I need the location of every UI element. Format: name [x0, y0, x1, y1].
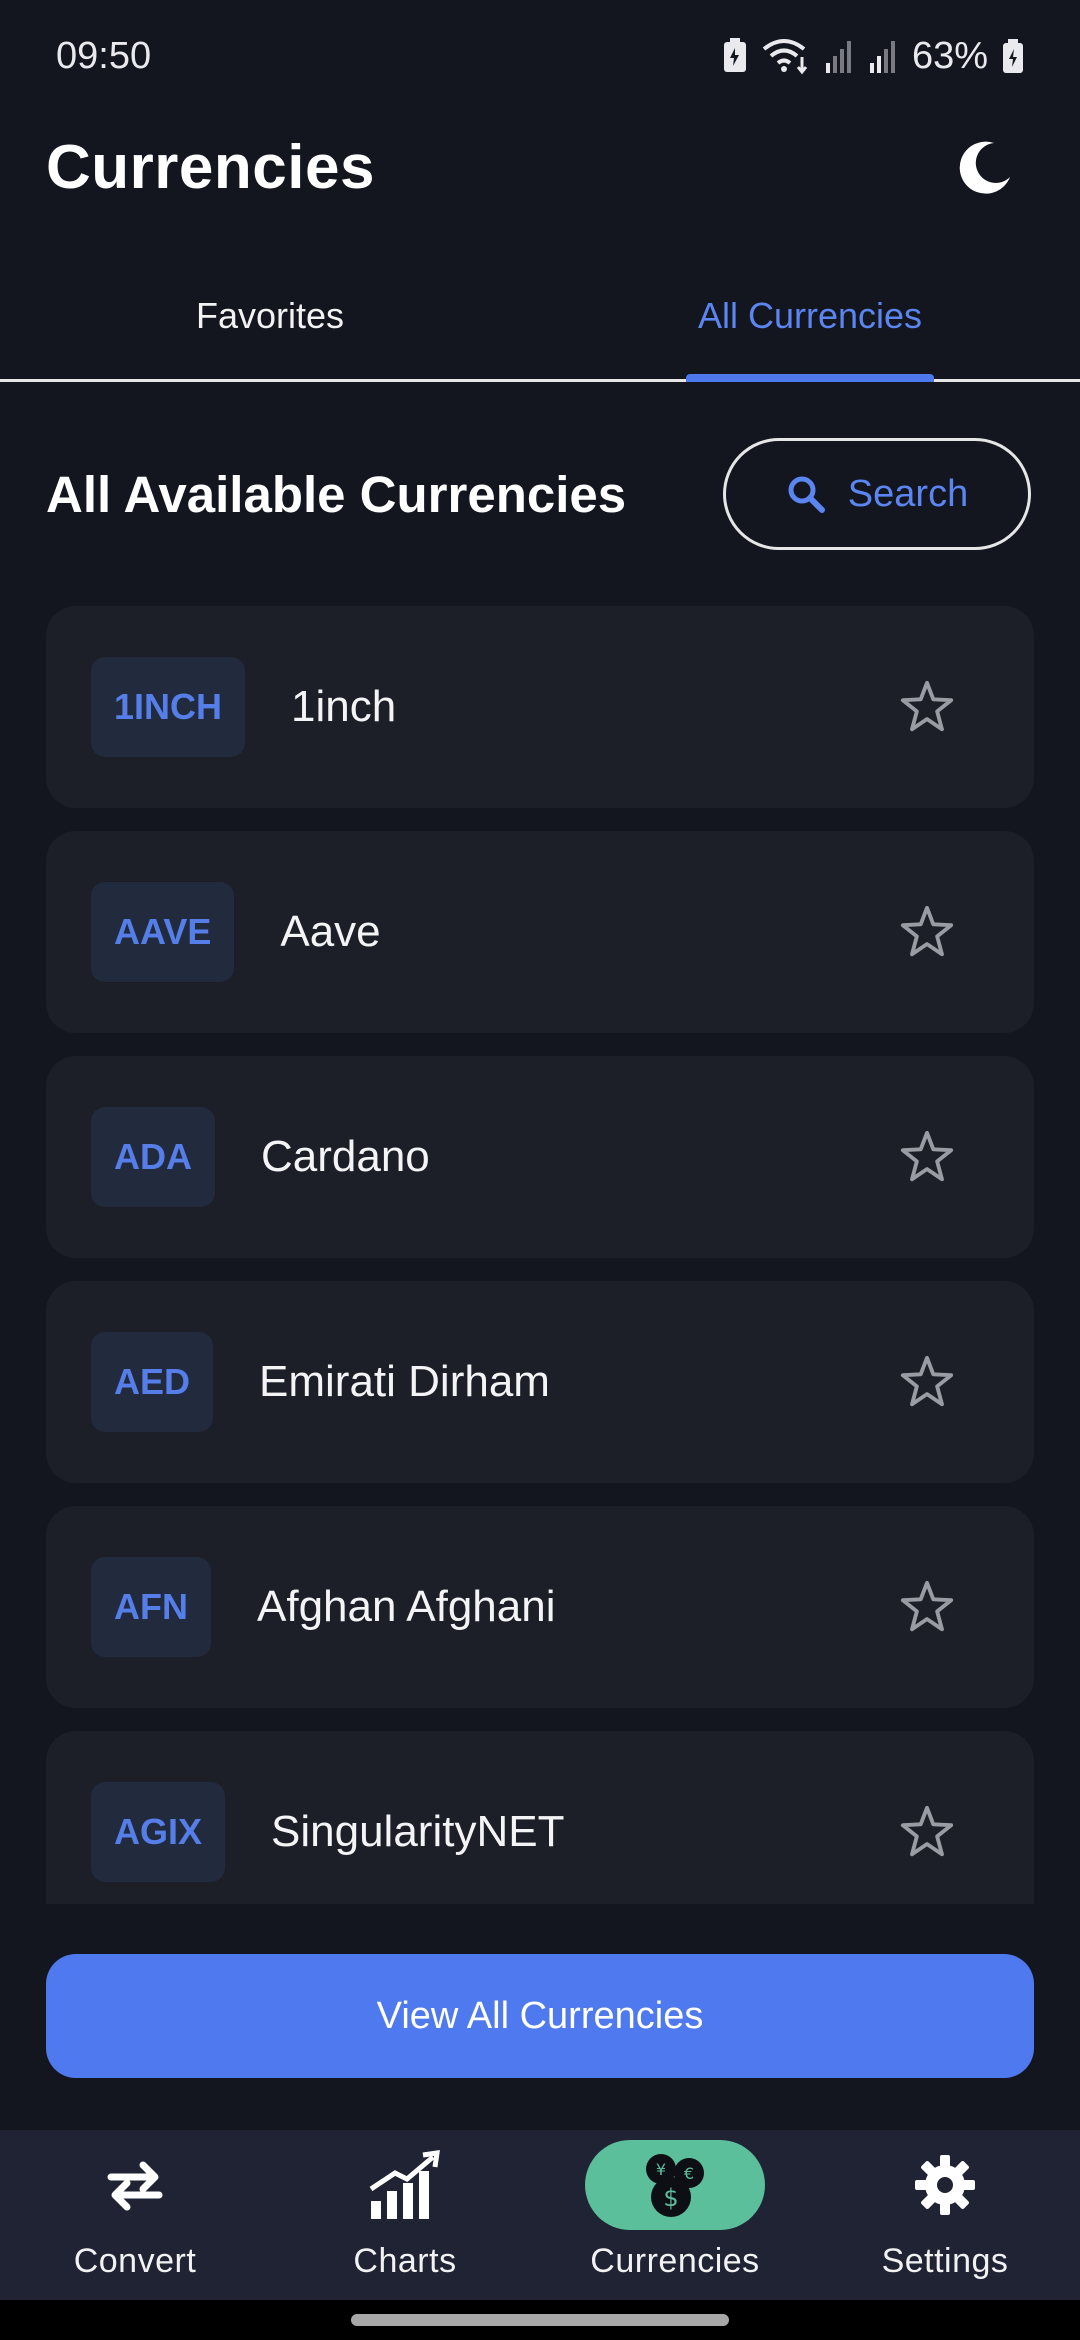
- star-icon[interactable]: [898, 1578, 956, 1636]
- status-icons: 63%: [722, 35, 1024, 78]
- status-bar: 09:50 63%: [0, 0, 1080, 112]
- wifi-icon: [762, 37, 810, 75]
- moon-icon: [959, 141, 1010, 194]
- status-time: 09:50: [56, 34, 152, 77]
- bottom-navigation: Convert Charts ¥ € $ Currencies Settings: [0, 2130, 1080, 2300]
- currency-card-1inch[interactable]: 1INCH 1inch: [46, 606, 1034, 808]
- chart-icon: [369, 2150, 440, 2219]
- coins-icon: ¥ € $: [646, 2154, 704, 2217]
- search-button[interactable]: Search: [723, 438, 1031, 550]
- star-icon[interactable]: [898, 678, 956, 736]
- nav-item-currencies[interactable]: ¥ € $ Currencies: [540, 2130, 810, 2300]
- battery-percent: 63%: [911, 34, 988, 77]
- tab-bar: Favorites All Currencies: [0, 252, 1080, 382]
- signal-icon: [824, 39, 854, 73]
- star-icon[interactable]: [898, 1803, 956, 1861]
- svg-text:¥: ¥: [656, 2160, 666, 2179]
- currency-code-badge: AFN: [91, 1557, 211, 1657]
- nav-label: Settings: [881, 2242, 1009, 2280]
- currency-card-aed[interactable]: AED Emirati Dirham: [46, 1281, 1034, 1483]
- currency-list[interactable]: 1INCH 1inch AAVE Aave ADA Cardano AED Em…: [0, 606, 1080, 1904]
- currency-code-badge: AGIX: [91, 1782, 226, 1882]
- currency-card-afn[interactable]: AFN Afghan Afghani: [46, 1506, 1034, 1708]
- currency-card-agix[interactable]: AGIX SingularityNET: [46, 1731, 1034, 1904]
- svg-text:€: €: [684, 2164, 694, 2183]
- currency-name: SingularityNET: [271, 1807, 565, 1856]
- search-label: Search: [847, 472, 969, 515]
- theme-toggle-button[interactable]: [946, 127, 1026, 207]
- currency-code-badge: AAVE: [91, 882, 235, 982]
- currency-name: Aave: [280, 907, 381, 956]
- currency-code-badge: AED: [91, 1332, 214, 1432]
- currency-name: Cardano: [261, 1132, 430, 1181]
- section-header: All Available Currencies Search: [0, 436, 1080, 552]
- nav-item-settings[interactable]: Settings: [810, 2130, 1080, 2300]
- tab-favorites[interactable]: Favorites: [0, 252, 540, 379]
- nav-label: Charts: [353, 2242, 457, 2280]
- battery-icon: [1002, 38, 1024, 74]
- svg-text:$: $: [663, 2184, 678, 2212]
- home-gesture-bar[interactable]: [351, 2314, 729, 2326]
- active-tab-indicator: [686, 374, 934, 382]
- gear-icon: [915, 2155, 975, 2215]
- currency-name: 1inch: [291, 682, 397, 731]
- currency-card-aave[interactable]: AAVE Aave: [46, 831, 1034, 1033]
- star-icon[interactable]: [898, 1128, 956, 1186]
- page-title: Currencies: [46, 132, 375, 202]
- nav-label: Convert: [73, 2242, 197, 2280]
- currency-code-badge: ADA: [91, 1107, 215, 1207]
- swap-arrows-icon: [107, 2161, 163, 2211]
- currency-name: Afghan Afghani: [257, 1582, 556, 1631]
- view-all-currencies-button[interactable]: View All Currencies: [46, 1954, 1034, 2078]
- nav-item-convert[interactable]: Convert: [0, 2130, 270, 2300]
- section-title: All Available Currencies: [46, 465, 627, 523]
- nav-label: Currencies: [590, 2242, 760, 2280]
- search-icon: [788, 476, 825, 513]
- tab-all-currencies[interactable]: All Currencies: [540, 252, 1080, 379]
- currency-code-badge: 1INCH: [91, 657, 246, 757]
- app-header: Currencies: [0, 112, 1080, 222]
- currency-name: Emirati Dirham: [259, 1357, 550, 1406]
- nav-item-charts[interactable]: Charts: [270, 2130, 540, 2300]
- battery-saver-icon: [722, 38, 748, 74]
- star-icon[interactable]: [898, 903, 956, 961]
- star-icon[interactable]: [898, 1353, 956, 1411]
- currency-card-ada[interactable]: ADA Cardano: [46, 1056, 1034, 1258]
- signal-icon-2: [868, 39, 898, 73]
